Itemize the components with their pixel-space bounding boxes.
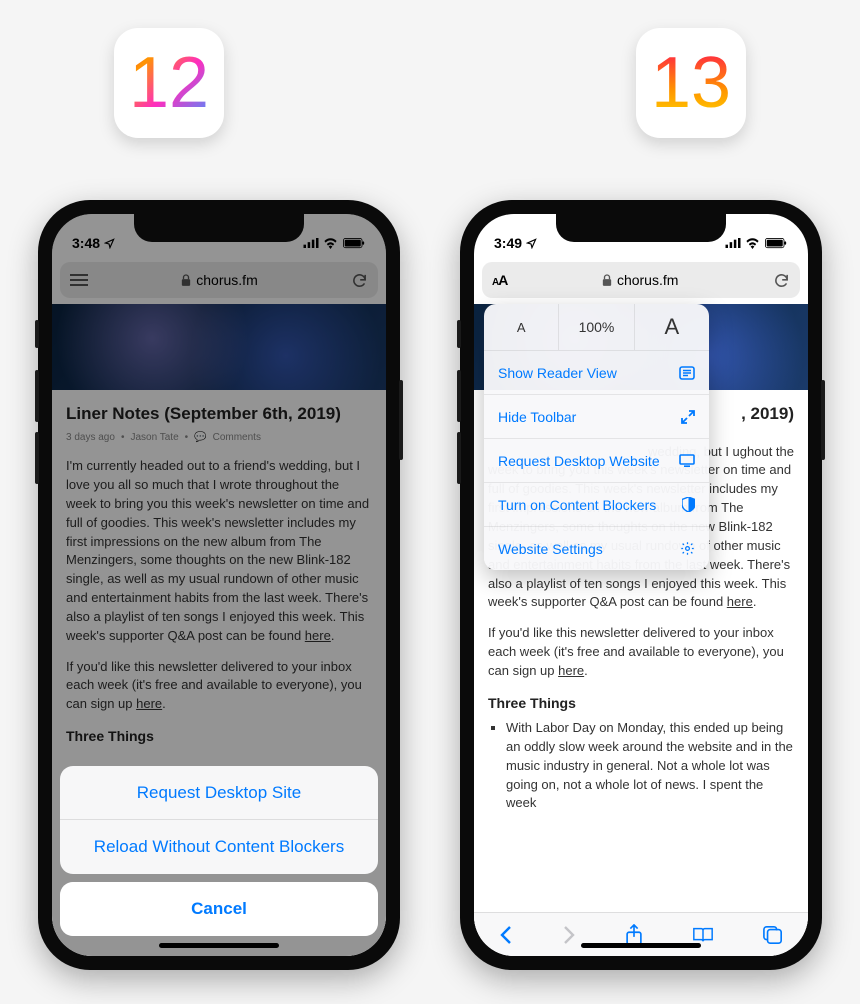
tabs-button[interactable] bbox=[763, 925, 783, 945]
safari-toolbar bbox=[474, 912, 808, 956]
domain-text: chorus.fm bbox=[617, 272, 678, 288]
back-button[interactable] bbox=[499, 925, 513, 945]
lock-icon bbox=[602, 274, 612, 286]
list-item: With Labor Day on Monday, this ended up … bbox=[506, 719, 794, 813]
article-meta: 3 days ago•Jason Tate• 💬 Comments bbox=[66, 431, 372, 446]
status-time: 3:48 bbox=[72, 235, 100, 251]
request-desktop-website-button[interactable]: Request Desktop Website bbox=[484, 438, 709, 482]
article-title: Liner Notes (September 6th, 2019) bbox=[66, 402, 372, 427]
turn-on-content-blockers-button[interactable]: Turn on Content Blockers bbox=[484, 482, 709, 526]
home-indicator[interactable] bbox=[581, 943, 701, 948]
notch bbox=[134, 214, 304, 242]
text-size-increase-button[interactable]: A bbox=[635, 304, 709, 350]
reload-icon[interactable] bbox=[351, 272, 368, 289]
wifi-icon bbox=[745, 238, 760, 249]
article-paragraph: I'm currently headed out to a friend's w… bbox=[66, 457, 372, 645]
iphone-ios13: 3:49 AA bbox=[460, 200, 822, 970]
battery-icon bbox=[342, 238, 366, 249]
request-desktop-site-button[interactable]: Request Desktop Site bbox=[60, 766, 378, 820]
reload-icon[interactable] bbox=[773, 272, 790, 289]
page-settings-popover: A 100% A Show Reader View Hide Toolbar R… bbox=[484, 304, 709, 570]
ios13-badge: 13 bbox=[636, 28, 746, 138]
lock-icon bbox=[181, 274, 191, 286]
article-paragraph: If you'd like this newsletter delivered … bbox=[66, 658, 372, 715]
address-bar[interactable]: chorus.fm bbox=[60, 262, 378, 298]
article-subhead: Three Things bbox=[66, 726, 372, 746]
home-indicator[interactable] bbox=[159, 943, 279, 948]
expand-icon bbox=[681, 410, 695, 424]
notch bbox=[556, 214, 726, 242]
action-sheet: Request Desktop Site Reload Without Cont… bbox=[60, 766, 378, 944]
text-size-decrease-button[interactable]: A bbox=[484, 304, 559, 350]
gear-icon bbox=[680, 541, 695, 556]
reload-without-content-blockers-button[interactable]: Reload Without Content Blockers bbox=[60, 820, 378, 874]
reader-icon bbox=[679, 366, 695, 380]
show-reader-view-button[interactable]: Show Reader View bbox=[484, 350, 709, 394]
article-subhead: Three Things bbox=[488, 693, 794, 713]
wifi-icon bbox=[323, 238, 338, 249]
hero-image bbox=[52, 304, 386, 390]
address-bar[interactable]: AA chorus.fm bbox=[482, 262, 800, 298]
reader-aa-icon[interactable]: AA bbox=[492, 272, 507, 288]
desktop-icon bbox=[679, 454, 695, 467]
bookmarks-button[interactable] bbox=[692, 926, 714, 944]
battery-icon bbox=[764, 238, 788, 249]
forward-button bbox=[562, 925, 576, 945]
article-paragraph: If you'd like this newsletter delivered … bbox=[488, 624, 794, 681]
hide-toolbar-button[interactable]: Hide Toolbar bbox=[484, 394, 709, 438]
website-settings-button[interactable]: Website Settings bbox=[484, 526, 709, 570]
hamburger-icon[interactable] bbox=[70, 271, 88, 289]
zoom-level[interactable]: 100% bbox=[559, 304, 634, 350]
shield-icon bbox=[682, 497, 695, 512]
domain-text: chorus.fm bbox=[196, 272, 257, 288]
cancel-button[interactable]: Cancel bbox=[60, 882, 378, 936]
signal-icon bbox=[725, 238, 741, 248]
ios12-badge: 12 bbox=[114, 28, 224, 138]
location-icon bbox=[526, 238, 537, 249]
ios12-number: 12 bbox=[129, 47, 209, 119]
iphone-ios12: 3:48 bbox=[38, 200, 400, 970]
status-time: 3:49 bbox=[494, 235, 522, 251]
ios13-number: 13 bbox=[651, 47, 731, 119]
comment-icon: 💬 bbox=[194, 431, 206, 446]
signal-icon bbox=[303, 238, 319, 248]
location-icon bbox=[104, 238, 115, 249]
